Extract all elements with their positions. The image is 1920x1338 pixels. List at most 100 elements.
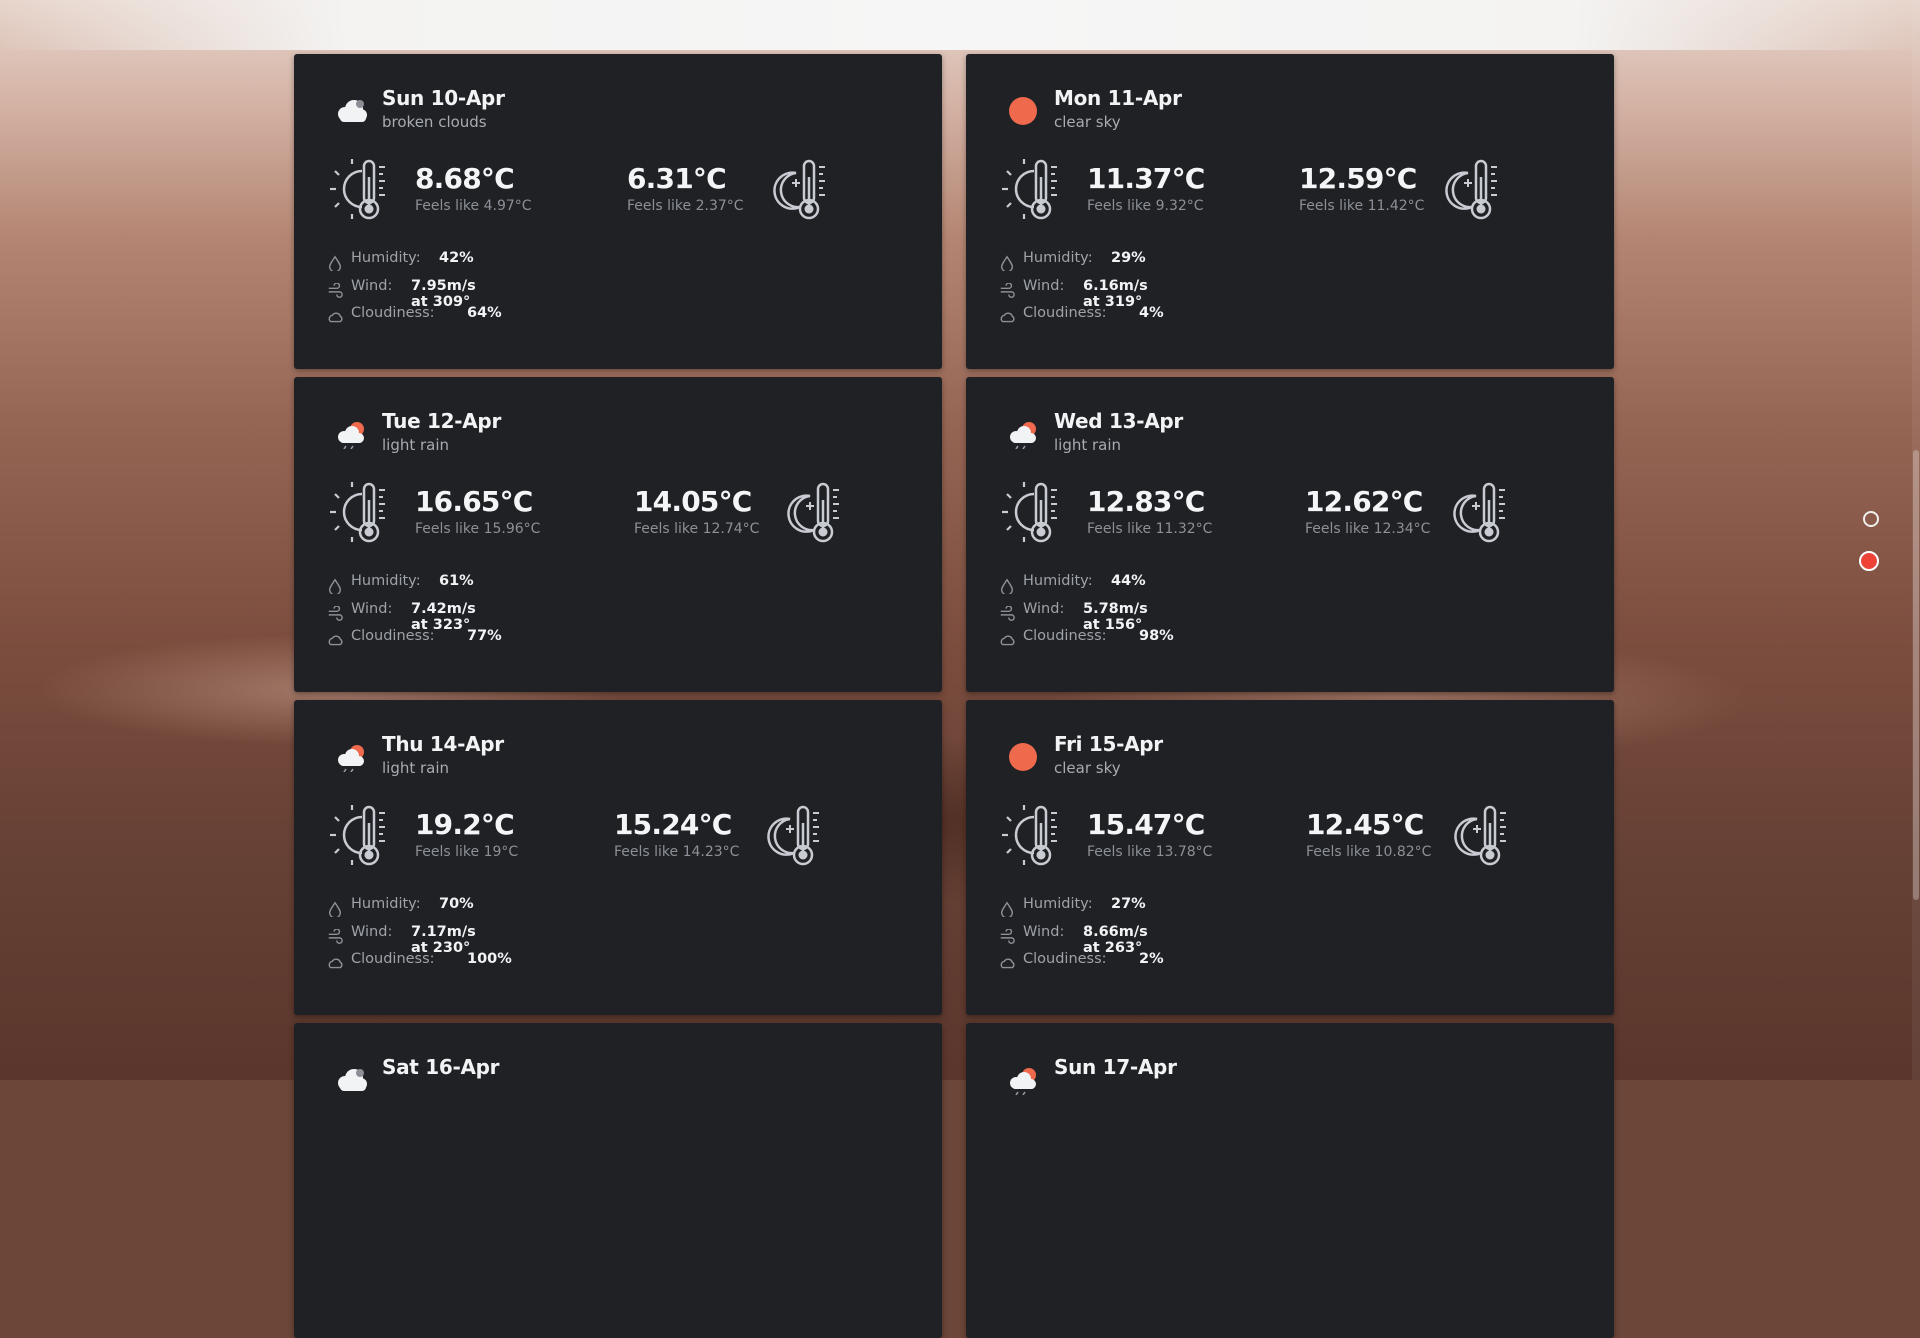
humidity-icon bbox=[1000, 902, 1014, 917]
cloudiness-icon bbox=[1000, 958, 1015, 969]
night-temperature: 14.05°C bbox=[634, 485, 752, 518]
night-temperature: 15.24°C bbox=[614, 808, 732, 841]
humidity-value: 27% bbox=[1111, 896, 1146, 912]
cloudiness-value: 2% bbox=[1139, 951, 1164, 967]
cloudiness-icon bbox=[1000, 635, 1015, 646]
wind-icon bbox=[328, 928, 343, 944]
weather-description: clear sky bbox=[1054, 113, 1121, 131]
night-thermometer-icon bbox=[766, 157, 832, 223]
day-thermometer-icon bbox=[998, 157, 1064, 223]
rain-icon bbox=[337, 421, 365, 449]
wind-label: Wind: bbox=[351, 600, 393, 617]
day-temperature: 12.83°C bbox=[1087, 485, 1205, 518]
humidity-icon bbox=[328, 579, 342, 594]
day-thermometer-icon bbox=[326, 480, 392, 546]
day-thermometer-icon bbox=[998, 803, 1064, 869]
rain-icon bbox=[337, 744, 365, 772]
wind-icon bbox=[1000, 605, 1015, 621]
wind-label: Wind: bbox=[1023, 600, 1065, 617]
forecast-card: Sun 10-Apr broken clouds 8.68°C Feels li… bbox=[294, 54, 942, 369]
cloudiness-value: 77% bbox=[467, 628, 502, 644]
night-thermometer-icon bbox=[1438, 157, 1504, 223]
sun-icon bbox=[1009, 743, 1037, 771]
cloudiness-value: 100% bbox=[467, 951, 512, 967]
humidity-icon bbox=[328, 256, 342, 271]
cloudiness-value: 98% bbox=[1139, 628, 1174, 644]
cloudiness-label: Cloudiness: bbox=[351, 305, 435, 321]
weather-description: light rain bbox=[382, 436, 450, 454]
humidity-icon bbox=[1000, 256, 1014, 271]
cloudiness-icon bbox=[328, 635, 343, 646]
cloudiness-icon bbox=[328, 958, 343, 969]
wind-icon bbox=[1000, 928, 1015, 944]
pager-dot[interactable] bbox=[1863, 511, 1879, 527]
weather-description: light rain bbox=[382, 759, 450, 777]
weather-description: clear sky bbox=[1054, 759, 1121, 777]
forecast-card: Sat 16-Apr bbox=[294, 1023, 942, 1338]
night-thermometer-icon bbox=[1446, 480, 1512, 546]
weather-description: light rain bbox=[1054, 436, 1122, 454]
humidity-icon bbox=[328, 902, 342, 917]
day-feels-like: Feels like 9.32°C bbox=[1087, 198, 1204, 214]
forecast-card: Fri 15-Apr clear sky 15.47°C Feels like … bbox=[966, 700, 1614, 1015]
wind-label: Wind: bbox=[1023, 277, 1065, 294]
cloudiness-label: Cloudiness: bbox=[351, 628, 435, 644]
night-feels-like: Feels like 14.23°C bbox=[614, 844, 740, 860]
night-temperature: 6.31°C bbox=[627, 162, 727, 195]
night-temperature: 12.59°C bbox=[1299, 162, 1417, 195]
night-thermometer-icon bbox=[1447, 803, 1513, 869]
wind-icon bbox=[1000, 282, 1015, 298]
desert-background bbox=[0, 0, 1920, 1080]
humidity-value: 44% bbox=[1111, 573, 1146, 589]
humidity-label: Humidity: bbox=[1023, 250, 1093, 266]
day-label: Sun 10-Apr bbox=[382, 86, 505, 110]
day-temperature: 8.68°C bbox=[415, 162, 515, 195]
header-band bbox=[0, 0, 1920, 50]
day-thermometer-icon bbox=[998, 480, 1064, 546]
day-feels-like: Feels like 13.78°C bbox=[1087, 844, 1213, 860]
day-feels-like: Feels like 15.96°C bbox=[415, 521, 541, 537]
day-feels-like: Feels like 19°C bbox=[415, 844, 519, 860]
day-label: Thu 14-Apr bbox=[382, 732, 504, 756]
day-label: Fri 15-Apr bbox=[1054, 732, 1163, 756]
day-label: Sat 16-Apr bbox=[382, 1055, 500, 1079]
day-temperature: 15.47°C bbox=[1087, 808, 1205, 841]
sun-icon bbox=[1009, 97, 1037, 125]
humidity-value: 70% bbox=[439, 896, 474, 912]
forecast-card: Wed 13-Apr light rain 12.83°C Feels like… bbox=[966, 377, 1614, 692]
forecast-card: Sun 17-Apr bbox=[966, 1023, 1614, 1338]
day-temperature: 16.65°C bbox=[415, 485, 533, 518]
humidity-label: Humidity: bbox=[351, 896, 421, 912]
cloudiness-label: Cloudiness: bbox=[1023, 628, 1107, 644]
night-temperature: 12.45°C bbox=[1306, 808, 1424, 841]
day-label: Sun 17-Apr bbox=[1054, 1055, 1177, 1079]
humidity-icon bbox=[1000, 579, 1014, 594]
rain-icon bbox=[1009, 1067, 1037, 1095]
cloudiness-value: 4% bbox=[1139, 305, 1164, 321]
pager-dot-active[interactable] bbox=[1859, 551, 1879, 571]
wind-label: Wind: bbox=[351, 923, 393, 940]
cloud-icon bbox=[338, 100, 367, 122]
day-label: Tue 12-Apr bbox=[382, 409, 502, 433]
humidity-label: Humidity: bbox=[1023, 896, 1093, 912]
night-thermometer-icon bbox=[780, 480, 846, 546]
cloudiness-icon bbox=[328, 312, 343, 323]
day-label: Wed 13-Apr bbox=[1054, 409, 1183, 433]
forecast-card: Tue 12-Apr light rain 16.65°C Feels like… bbox=[294, 377, 942, 692]
day-feels-like: Feels like 11.32°C bbox=[1087, 521, 1213, 537]
wind-label: Wind: bbox=[351, 277, 393, 294]
night-feels-like: Feels like 12.74°C bbox=[634, 521, 760, 537]
day-temperature: 11.37°C bbox=[1087, 162, 1205, 195]
scrollbar-thumb[interactable] bbox=[1913, 450, 1919, 900]
night-feels-like: Feels like 12.34°C bbox=[1305, 521, 1431, 537]
day-thermometer-icon bbox=[326, 157, 392, 223]
humidity-value: 61% bbox=[439, 573, 474, 589]
weather-description: broken clouds bbox=[382, 113, 487, 131]
day-temperature: 19.2°C bbox=[415, 808, 515, 841]
night-temperature: 12.62°C bbox=[1305, 485, 1423, 518]
cloud-icon bbox=[338, 1069, 367, 1091]
cloudiness-value: 64% bbox=[467, 305, 502, 321]
humidity-label: Humidity: bbox=[1023, 573, 1093, 589]
wind-icon bbox=[328, 282, 343, 298]
cloudiness-label: Cloudiness: bbox=[1023, 305, 1107, 321]
